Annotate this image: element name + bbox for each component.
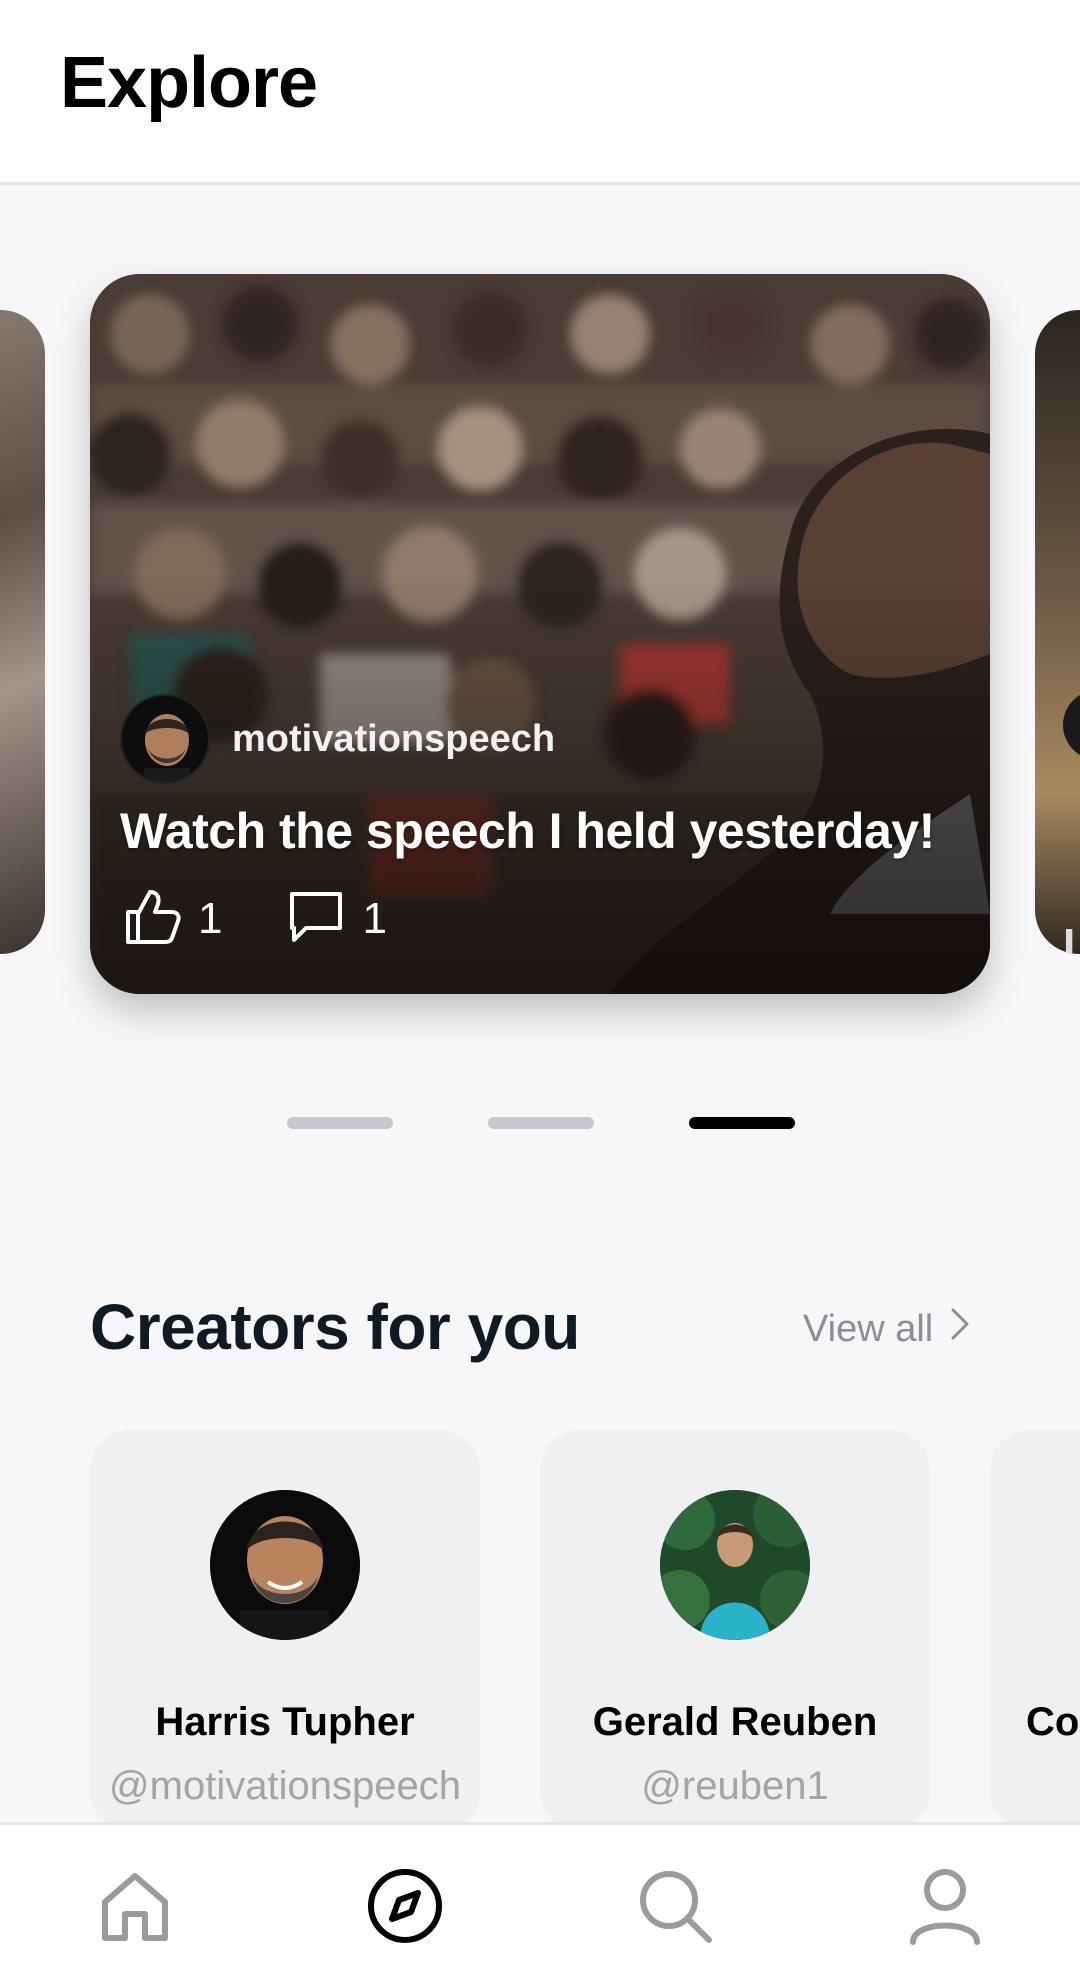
nav-explore[interactable]: [360, 1863, 450, 1953]
comment-count: 1: [362, 893, 387, 943]
author-username[interactable]: motivationspeech: [232, 718, 555, 761]
featured-carousel[interactable]: motivationspeech Watch the speech I held…: [0, 188, 1080, 1168]
pagination-dot-active[interactable]: [689, 1117, 795, 1129]
page-title: Explore: [60, 43, 318, 123]
creator-card[interactable]: Co: [990, 1430, 1080, 1830]
comment-icon[interactable]: [284, 884, 348, 953]
profile-icon[interactable]: [905, 1866, 985, 1951]
post-caption: Watch the speech I held yesterday!: [120, 803, 935, 859]
creator-name: Gerald Reuben: [592, 1700, 878, 1744]
next-post-card[interactable]: L: [1035, 310, 1080, 954]
thumbs-up-icon[interactable]: [120, 884, 184, 953]
creator-name: Co: [1026, 1700, 1080, 1744]
creator-avatar[interactable]: [210, 1490, 360, 1640]
bottom-navigation: [0, 1822, 1080, 1982]
nav-home[interactable]: [90, 1863, 180, 1953]
creator-avatar[interactable]: [660, 1490, 810, 1640]
like-stat[interactable]: 1: [120, 884, 222, 953]
pagination-dot[interactable]: [488, 1117, 594, 1129]
nav-profile[interactable]: [900, 1863, 990, 1953]
view-all-label[interactable]: View all: [803, 1308, 933, 1351]
author-avatar[interactable]: [120, 694, 210, 784]
pagination-dot[interactable]: [287, 1117, 393, 1129]
creators-section-title: Creators for you: [90, 1291, 580, 1363]
view-all-link[interactable]: View all: [803, 1306, 971, 1352]
nav-search[interactable]: [630, 1863, 720, 1953]
carousel-pagination: [0, 1117, 1080, 1131]
featured-post-card[interactable]: motivationspeech Watch the speech I held…: [90, 274, 990, 994]
creator-handle: @motivationspeech: [109, 1764, 461, 1808]
chevron-right-icon[interactable]: [933, 1306, 971, 1352]
creator-name: Harris Tupher: [155, 1700, 415, 1744]
post-author[interactable]: motivationspeech: [120, 694, 555, 784]
like-count: 1: [198, 893, 223, 943]
app-header: Explore: [0, 0, 1080, 185]
creator-handle: @reuben1: [641, 1764, 829, 1808]
home-icon[interactable]: [95, 1866, 175, 1951]
creator-card[interactable]: Gerald Reuben @reuben1: [540, 1430, 930, 1830]
comment-stat[interactable]: 1: [284, 884, 387, 953]
creator-card[interactable]: Harris Tupher @motivationspeech: [90, 1430, 480, 1830]
post-stats: 1 1: [120, 884, 449, 953]
search-icon[interactable]: [635, 1866, 715, 1951]
explore-screen: Explore motivationspeech Watch the speec…: [0, 0, 1080, 1982]
previous-post-card[interactable]: [0, 310, 45, 954]
next-post-caption-peek: L: [1063, 920, 1080, 954]
next-post-avatar: [1063, 690, 1080, 760]
compass-icon[interactable]: [365, 1866, 445, 1951]
